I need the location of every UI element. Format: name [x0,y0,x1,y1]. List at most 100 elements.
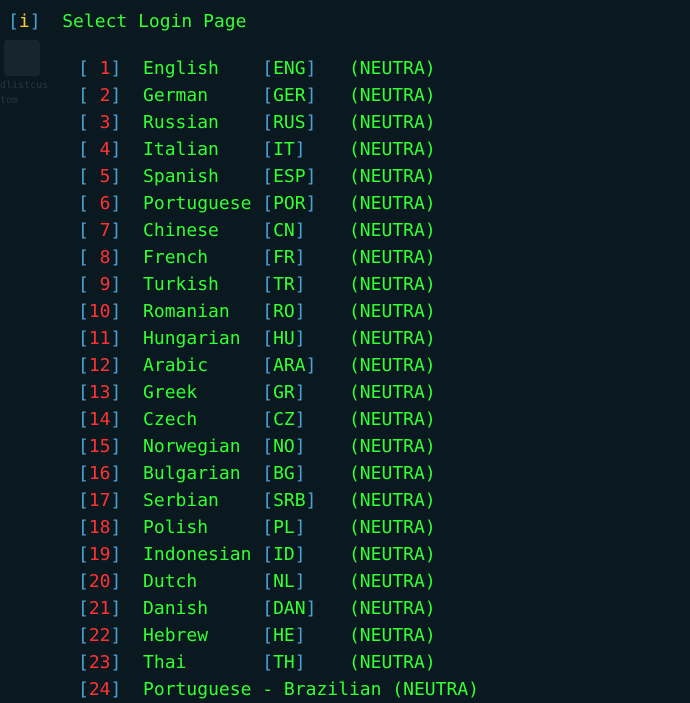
bracket-open-icon: [ [262,139,273,160]
bracket-close-icon: ] [295,139,306,160]
menu-item[interactable]: [1] English [ENG] (NEUTRA) [78,55,690,82]
menu-item[interactable]: [16] Bulgarian [BG] (NEUTRA) [78,460,690,487]
menu-item-code: [NO] [262,436,305,457]
menu-item[interactable]: [6] Portuguese [POR] (NEUTRA) [78,190,690,217]
bracket-close-icon: ] [306,58,317,79]
menu-item-name: Russian [132,109,262,136]
bracket-close-icon: ] [111,139,122,160]
menu-item[interactable]: [20] Dutch [NL] (NEUTRA) [78,568,690,595]
bracket-open-icon: [ [262,58,273,79]
menu-item-code: [ENG] [262,58,316,79]
bracket-close-icon: ] [111,220,122,241]
bracket-close-icon: ] [111,355,122,376]
menu-item-name: Polish [132,514,262,541]
menu-item-desc: (NEUTRA) [349,355,436,376]
menu-item-index: 16 [89,460,111,487]
menu-item-name: Danish [132,595,262,622]
menu-item[interactable]: [5] Spanish [ESP] (NEUTRA) [78,163,690,190]
menu-item-desc: (NEUTRA) [349,652,436,673]
menu-item[interactable]: [9] Turkish [TR] (NEUTRA) [78,271,690,298]
menu-item-desc: (NEUTRA) [349,463,436,484]
menu-item-code: [ESP] [262,166,316,187]
bracket-open-icon: [ [78,301,89,322]
menu-item-desc: (NEUTRA) [349,436,436,457]
menu-item[interactable]: [2] German [GER] (NEUTRA) [78,82,690,109]
menu-item-code: [ID] [262,544,305,565]
menu-item-index: 4 [89,136,111,163]
menu-item-desc: (NEUTRA) [349,598,436,619]
menu-item[interactable]: [15] Norwegian [NO] (NEUTRA) [78,433,690,460]
menu-item[interactable]: [7] Chinese [CN] (NEUTRA) [78,217,690,244]
bracket-close-icon: ] [111,544,122,565]
menu-item[interactable]: [8] French [FR] (NEUTRA) [78,244,690,271]
menu-item-code: [HU] [262,328,305,349]
bracket-close-icon: ] [111,517,122,538]
bracket-close-icon: ] [295,436,306,457]
menu-item[interactable]: [21] Danish [DAN] (NEUTRA) [78,595,690,622]
menu-item-index: 5 [89,163,111,190]
prompt-line: [i] Select Login Page [0,8,690,35]
menu-item[interactable]: [4] Italian [IT] (NEUTRA) [78,136,690,163]
bracket-open-icon: [ [78,679,89,700]
bracket-open-icon: [ [262,409,273,430]
menu-item-index: 2 [89,82,111,109]
menu-item-name: Italian [132,136,262,163]
bracket-open-icon: [ [78,436,89,457]
menu-item-desc: (NEUTRA) [349,571,436,592]
menu-item-name: Hebrew [132,622,262,649]
menu-item-code: [SRB] [262,490,316,511]
menu-item-name: Bulgarian [132,460,262,487]
menu-item[interactable]: [18] Polish [PL] (NEUTRA) [78,514,690,541]
menu-item-name: English [132,55,262,82]
bracket-open-icon: [ [262,85,273,106]
menu-item-index: 14 [89,406,111,433]
menu-item[interactable]: [19] Indonesian [ID] (NEUTRA) [78,541,690,568]
bracket-close-icon: ] [295,247,306,268]
bracket-close-icon: ] [306,355,317,376]
bracket-open-icon: [ [262,436,273,457]
menu-item[interactable]: [17] Serbian [SRB] (NEUTRA) [78,487,690,514]
bracket-open-icon: [ [262,517,273,538]
menu-item-desc: (NEUTRA) [349,112,436,133]
bracket-open-icon: [ [262,193,273,214]
menu-item-code: [GER] [262,85,316,106]
bracket-close-icon: ] [111,409,122,430]
menu-item[interactable]: [24] Portuguese - Brazilian (NEUTRA) [78,676,690,703]
menu-item-name: Romanian [132,298,262,325]
menu-item[interactable]: [14] Czech [CZ] (NEUTRA) [78,406,690,433]
menu-item[interactable]: [12] Arabic [ARA] (NEUTRA) [78,352,690,379]
info-icon: i [19,11,30,32]
bracket-close-icon: ] [295,274,306,295]
bracket-open-icon: [ [78,85,89,106]
bracket-close-icon: ] [30,11,41,32]
menu-item[interactable]: [22] Hebrew [HE] (NEUTRA) [78,622,690,649]
menu-item[interactable]: [13] Greek [GR] (NEUTRA) [78,379,690,406]
menu-item[interactable]: [11] Hungarian [HU] (NEUTRA) [78,325,690,352]
bracket-open-icon: [ [78,274,89,295]
bracket-close-icon: ] [295,517,306,538]
bracket-close-icon: ] [295,382,306,403]
menu-item-index: 17 [89,487,111,514]
bracket-open-icon: [ [78,571,89,592]
menu-item-desc: (NEUTRA) [349,328,436,349]
menu-item-name: Serbian [132,487,262,514]
menu-item-index: 12 [89,352,111,379]
bracket-close-icon: ] [295,409,306,430]
menu-item[interactable]: [3] Russian [RUS] (NEUTRA) [78,109,690,136]
bracket-close-icon: ] [295,463,306,484]
menu-item-name: Thai [132,649,262,676]
menu-item-desc: (NEUTRA) [349,301,436,322]
menu-item-name: Spanish [132,163,262,190]
menu-item-name: Norwegian [132,433,262,460]
bracket-open-icon: [ [78,652,89,673]
bracket-close-icon: ] [111,679,122,700]
bracket-close-icon: ] [111,652,122,673]
menu-item-desc: (NEUTRA) [349,625,436,646]
bracket-open-icon: [ [8,11,19,32]
menu-item[interactable]: [10] Romanian [RO] (NEUTRA) [78,298,690,325]
menu-item-code: [TR] [262,274,305,295]
menu-item-desc: (NEUTRA) [349,166,436,187]
bracket-close-icon: ] [295,328,306,349]
menu-item[interactable]: [23] Thai [TH] (NEUTRA) [78,649,690,676]
bracket-open-icon: [ [78,247,89,268]
